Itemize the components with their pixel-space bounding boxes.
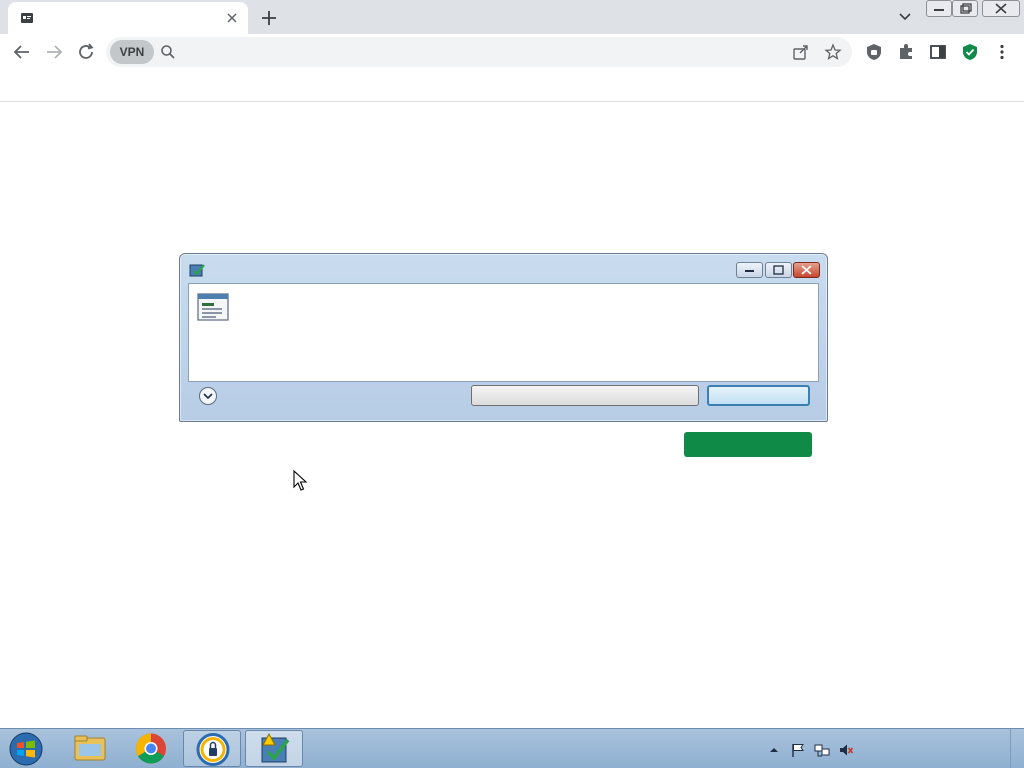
details-toggle-label[interactable] [224,390,464,404]
page-action-button[interactable] [684,432,812,457]
network-icon[interactable] [814,742,830,758]
tab-title [44,11,214,25]
more-menu-icon[interactable] [992,42,1012,62]
taskbar-explorer-icon[interactable] [61,730,119,767]
back-arrow-icon[interactable] [11,41,33,63]
extensions-puzzle-icon[interactable] [896,42,916,62]
window-controls [926,0,1020,18]
dialog-close-button[interactable] [793,262,820,278]
dialog-secondary-button[interactable] [471,385,699,406]
dialog-content-text [241,338,781,368]
dialog-default-button[interactable] [707,385,810,406]
screen: VPN [0,0,1024,768]
tab-favicon-icon [20,11,34,25]
expand-details-chevron-icon[interactable] [198,386,218,406]
page-header-strip [0,70,1024,102]
taskbar-installer-app-icon[interactable] [245,730,303,767]
show-hidden-icons-icon[interactable] [766,742,782,758]
window-restore-button[interactable] [952,0,978,17]
dialog-footer [188,382,819,414]
window-minimize-button[interactable] [926,0,952,17]
show-desktop-button[interactable] [1010,729,1024,768]
share-icon[interactable] [792,43,810,61]
dialog-minimize-button[interactable] [736,262,763,278]
taskbar-lock-app-icon[interactable] [183,730,241,767]
clock-date[interactable] [870,751,1000,763]
vpn-badge[interactable]: VPN [110,40,154,64]
tab-strip [0,0,1024,34]
shield-extension-icon[interactable] [864,42,884,62]
security-check-shield-icon[interactable] [960,42,980,62]
warning-window-icon [197,293,229,321]
dialog-app-icon [189,262,205,278]
mouse-pointer-icon [293,470,309,492]
new-tab-icon[interactable] [258,7,280,29]
taskbar [0,728,1024,768]
taskbar-chrome-icon[interactable] [122,730,180,767]
tab-close-icon[interactable] [224,10,240,26]
volume-muted-icon[interactable] [838,742,854,758]
browser-toolbar: VPN [0,34,1024,70]
page-url-line [13,78,693,92]
address-text[interactable] [182,45,782,59]
dialog-maximize-button[interactable] [765,262,792,278]
clock-time[interactable] [870,735,1000,747]
forward-arrow-icon[interactable] [43,41,65,63]
dialog-content-area [188,283,819,382]
tab-search-chevron-icon[interactable] [896,9,914,25]
bookmark-star-icon[interactable] [824,43,842,61]
start-button-icon[interactable] [6,731,46,767]
browser-tab[interactable] [8,2,248,34]
page-link[interactable] [211,437,331,451]
window-close-button[interactable] [982,0,1020,17]
security-dialog [179,253,828,422]
action-center-flag-icon[interactable] [790,742,806,758]
side-panel-icon[interactable] [928,42,948,62]
search-icon [160,44,176,60]
reload-icon[interactable] [75,41,97,63]
dialog-main-instruction [241,292,741,326]
address-bar[interactable]: VPN [106,37,852,67]
dialog-title [210,263,510,277]
